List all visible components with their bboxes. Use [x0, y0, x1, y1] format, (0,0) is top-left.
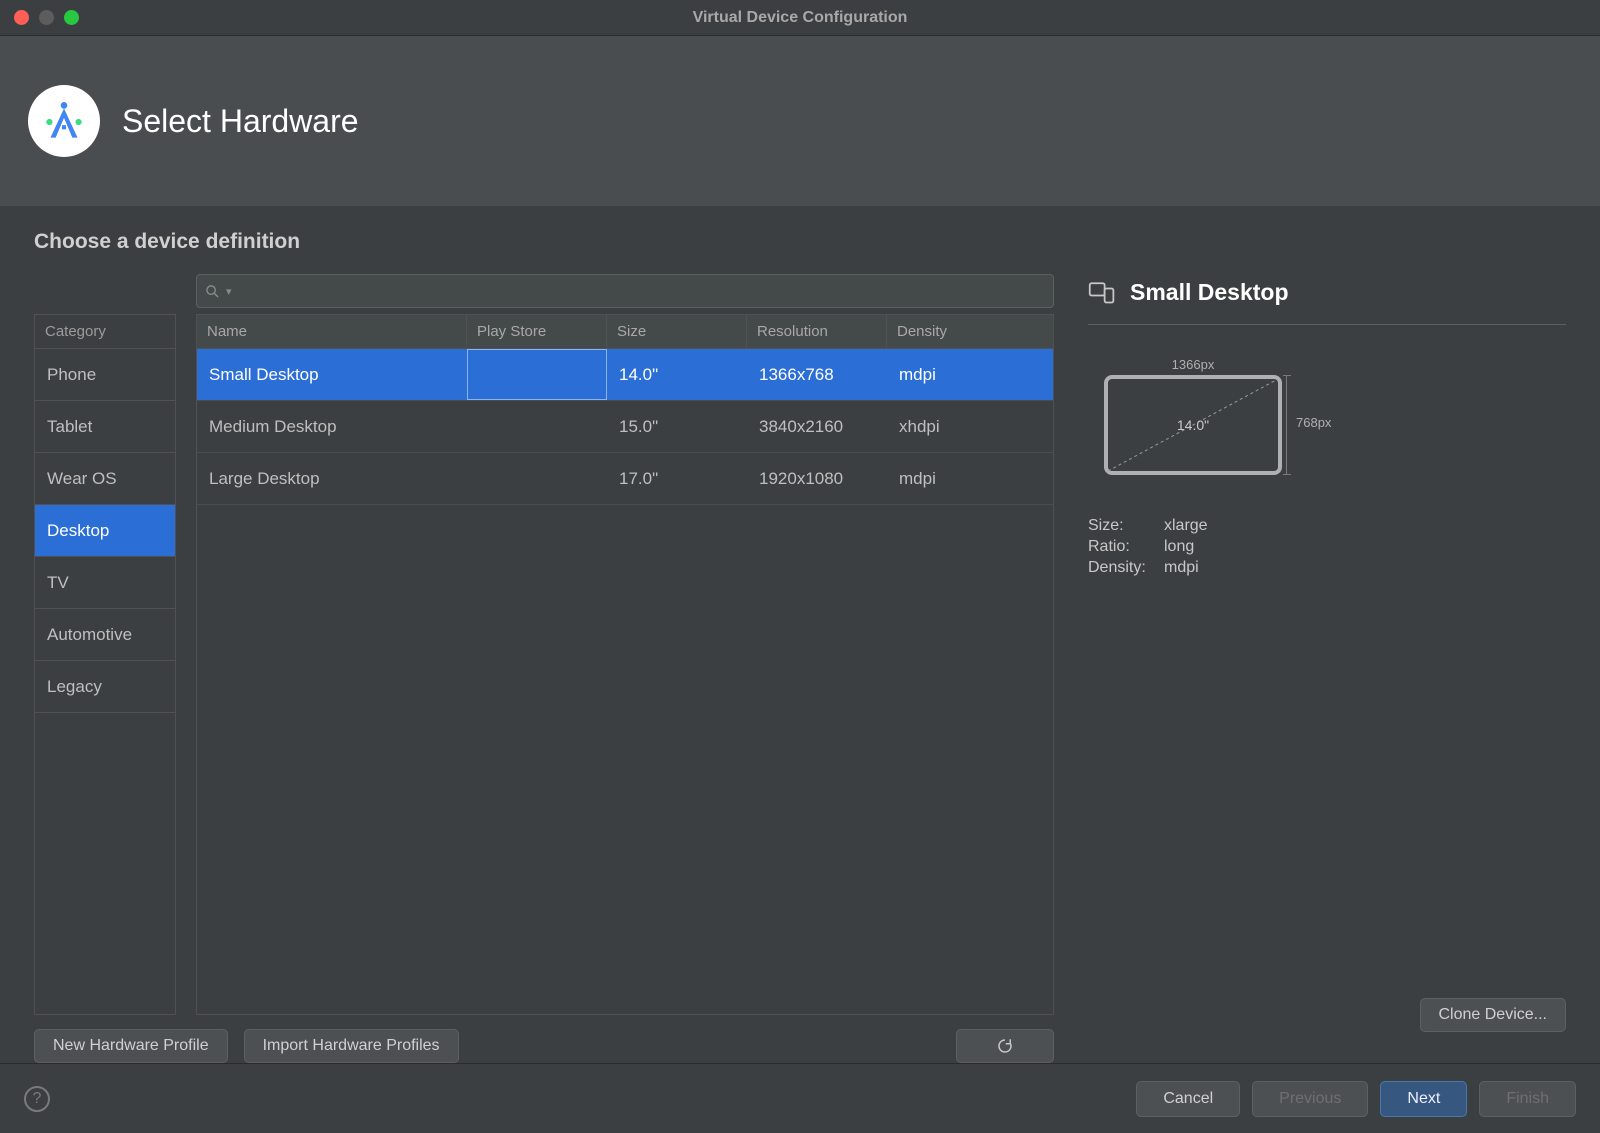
wizard-banner: Select Hardware [0, 36, 1600, 206]
col-density[interactable]: Density [887, 315, 1053, 348]
cell-playstore [467, 349, 607, 400]
cell-resolution: 1920x1080 [747, 453, 887, 504]
help-button[interactable]: ? [24, 1086, 50, 1112]
col-name[interactable]: Name [197, 315, 467, 348]
cell-name: Medium Desktop [197, 401, 467, 452]
cell-playstore [467, 453, 607, 504]
finish-button[interactable]: Finish [1479, 1081, 1576, 1117]
window-zoom-button[interactable] [64, 10, 79, 25]
search-dropdown-icon[interactable]: ▾ [226, 285, 232, 298]
category-item-legacy[interactable]: Legacy [35, 661, 175, 713]
preview-device-name: Small Desktop [1130, 279, 1289, 306]
diagram-diagonal-label: 14.0" [1104, 375, 1282, 475]
category-item-phone[interactable]: Phone [35, 349, 175, 401]
table-row[interactable]: Medium Desktop 15.0"3840x2160xhdpi [197, 401, 1053, 453]
search-icon [205, 284, 220, 299]
cell-name: Small Desktop [197, 349, 467, 400]
category-item-tv[interactable]: TV [35, 557, 175, 609]
category-header: Category [35, 315, 175, 349]
col-playstore[interactable]: Play Store [467, 315, 607, 348]
cell-resolution: 3840x2160 [747, 401, 887, 452]
window-close-button[interactable] [14, 10, 29, 25]
cell-size: 17.0" [607, 453, 747, 504]
category-item-desktop[interactable]: Desktop [35, 505, 175, 557]
section-heading: Choose a device definition [34, 230, 1566, 254]
col-resolution[interactable]: Resolution [747, 315, 887, 348]
clone-device-button[interactable]: Clone Device... [1420, 998, 1567, 1032]
device-diagram: 1366px 14.0" 768px [1104, 365, 1334, 485]
cell-size: 14.0" [607, 349, 747, 400]
search-field[interactable]: ▾ [196, 274, 1054, 308]
category-item-tablet[interactable]: Tablet [35, 401, 175, 453]
window-minimize-button[interactable] [39, 10, 54, 25]
import-hardware-profiles-button[interactable]: Import Hardware Profiles [244, 1029, 459, 1063]
refresh-button[interactable] [956, 1029, 1054, 1063]
spec-density-value: mdpi [1164, 559, 1199, 577]
device-table: Name Play Store Size Resolution Density … [196, 314, 1054, 1015]
cancel-button[interactable]: Cancel [1136, 1081, 1240, 1117]
cell-density: xhdpi [887, 401, 1053, 452]
spec-size-label: Size: [1088, 517, 1164, 535]
cell-playstore [467, 401, 607, 452]
spec-ratio-label: Ratio: [1088, 538, 1164, 556]
category-item-automotive[interactable]: Automotive [35, 609, 175, 661]
new-hardware-profile-button[interactable]: New Hardware Profile [34, 1029, 228, 1063]
col-size[interactable]: Size [607, 315, 747, 348]
diagram-width-label: 1366px [1104, 357, 1282, 372]
table-row[interactable]: Large Desktop 17.0"1920x1080mdpi [197, 453, 1053, 505]
cell-density: mdpi [887, 453, 1053, 504]
refresh-icon [996, 1037, 1014, 1055]
cell-density: mdpi [887, 349, 1053, 400]
window-title: Virtual Device Configuration [0, 9, 1600, 27]
spec-density-label: Density: [1088, 559, 1164, 577]
category-list: Category PhoneTabletWear OSDesktopTVAuto… [34, 314, 176, 1015]
devices-icon [1088, 278, 1116, 306]
category-item-wear-os[interactable]: Wear OS [35, 453, 175, 505]
search-input[interactable] [238, 283, 1045, 300]
android-studio-icon [28, 85, 100, 157]
device-preview-panel: Small Desktop 1366px 14.0" 768px Size: x… [1088, 274, 1566, 1063]
wizard-footer: ? Cancel Previous Next Finish [0, 1063, 1600, 1133]
table-header-row: Name Play Store Size Resolution Density [197, 315, 1053, 349]
device-specs: Size: xlarge Ratio: long Density: mdpi [1088, 517, 1566, 577]
cell-size: 15.0" [607, 401, 747, 452]
cell-name: Large Desktop [197, 453, 467, 504]
previous-button[interactable]: Previous [1252, 1081, 1368, 1117]
table-row[interactable]: Small Desktop 14.0"1366x768mdpi [197, 349, 1053, 401]
spec-size-value: xlarge [1164, 517, 1208, 535]
spec-ratio-value: long [1164, 538, 1194, 556]
next-button[interactable]: Next [1380, 1081, 1467, 1117]
cell-resolution: 1366x768 [747, 349, 887, 400]
titlebar: Virtual Device Configuration [0, 0, 1600, 36]
page-title: Select Hardware [122, 103, 359, 140]
diagram-height-label: 768px [1296, 415, 1331, 430]
